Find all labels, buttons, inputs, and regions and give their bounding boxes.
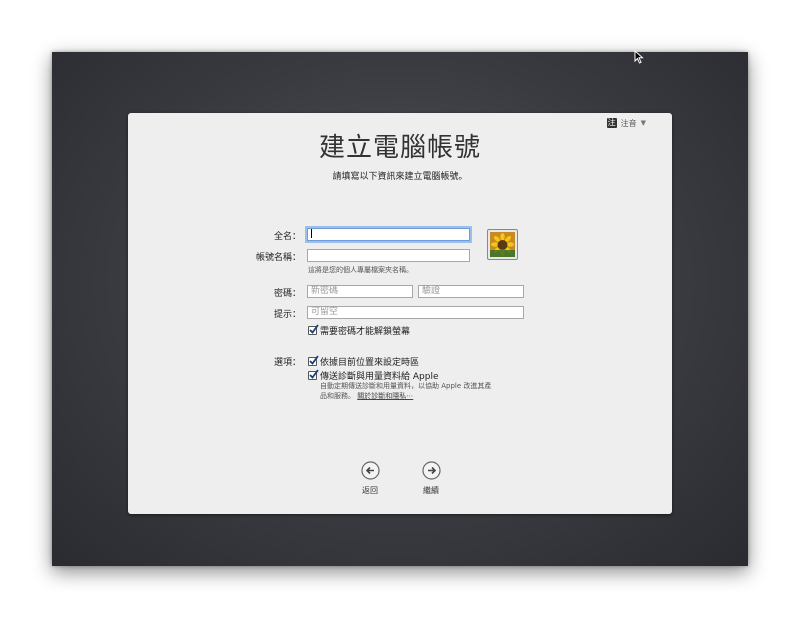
- checkmark-icon: [309, 355, 319, 365]
- sunflower-icon: [490, 232, 515, 257]
- sunflower-picture: [490, 232, 515, 257]
- verify-password-input[interactable]: 驗證: [418, 285, 524, 298]
- text-caret: [311, 229, 312, 238]
- diagnostics-privacy-link[interactable]: 關於診斷和隱私⋯: [357, 392, 413, 400]
- require-password-label: 需要密碼才能解鎖螢幕: [320, 327, 411, 337]
- setup-panel: 注 注音 ▼ 建立電腦帳號 請填寫以下資訊來建立電腦帳號。 全名： 帳號名稱： …: [128, 113, 672, 514]
- location-timezone-checkbox[interactable]: [308, 355, 319, 366]
- password-hint-input[interactable]: 可留空: [307, 306, 524, 319]
- account-name-hint: 這將是您的個人專屬檔案夾名稱。: [308, 266, 413, 274]
- back-button[interactable]: 返回: [350, 461, 390, 496]
- mouse-cursor-icon: [634, 50, 644, 64]
- diagnostics-checkbox[interactable]: [308, 369, 319, 380]
- diagnostics-description: 自動定期傳送診斷和用量資料，以協助 Apple 改進其產品和服務。 關於診斷和隱…: [320, 381, 495, 401]
- options-label: 選項：: [273, 358, 301, 368]
- require-password-checkbox-row[interactable]: 需要密碼才能解鎖螢幕: [308, 324, 410, 337]
- fullname-input[interactable]: [307, 228, 470, 241]
- location-timezone-label: 依據目前位置來設定時區: [320, 358, 420, 368]
- user-picture-button[interactable]: [487, 229, 518, 260]
- forward-arrow-icon: [421, 461, 441, 480]
- password-hint-label: 提示：: [273, 310, 301, 320]
- new-password-input[interactable]: 新密碼: [307, 285, 413, 298]
- account-name-input[interactable]: [307, 249, 470, 262]
- checkmark-icon: [309, 369, 319, 379]
- page-subtitle: 請填寫以下資訊來建立電腦帳號。: [332, 172, 468, 182]
- continue-label: 繼續: [423, 486, 439, 495]
- back-arrow-icon: [360, 461, 380, 480]
- account-name-label: 帳號名稱：: [255, 253, 301, 263]
- continue-button[interactable]: 繼續: [411, 461, 451, 496]
- require-password-checkbox[interactable]: [308, 324, 319, 335]
- page-title: 建立電腦帳號: [318, 133, 481, 163]
- location-timezone-checkbox-row[interactable]: 依據目前位置來設定時區: [308, 355, 419, 368]
- password-label: 密碼：: [273, 289, 301, 299]
- checkmark-icon: [309, 324, 319, 334]
- back-label: 返回: [362, 486, 378, 495]
- chevron-down-icon: ▼: [640, 119, 646, 127]
- fullname-label: 全名：: [273, 232, 301, 242]
